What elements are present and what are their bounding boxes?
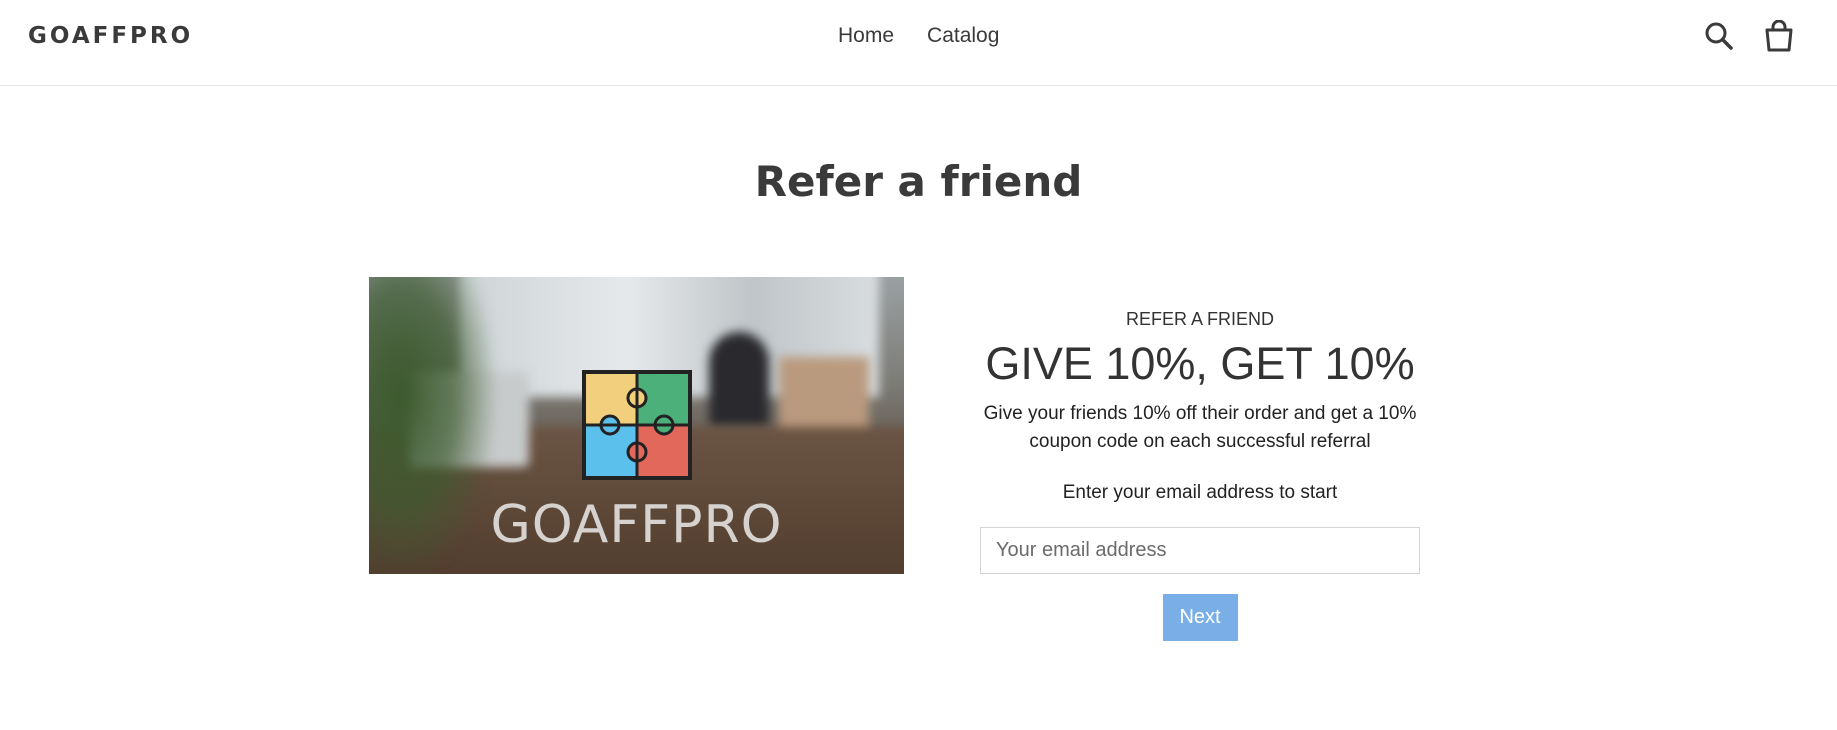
page-title: Refer a friend bbox=[754, 157, 1083, 206]
referral-description: Give your friends 10% off their order an… bbox=[983, 403, 1417, 452]
site-logo[interactable]: GOAFFPRO bbox=[28, 23, 193, 49]
cart-icon[interactable] bbox=[1764, 19, 1794, 57]
hero-background-person bbox=[709, 332, 769, 427]
main-nav: Home Catalog bbox=[838, 24, 999, 48]
referral-kicker: REFER A FRIEND bbox=[1125, 309, 1275, 329]
nav-link-catalog[interactable]: Catalog bbox=[927, 24, 999, 48]
email-prompt: Enter your email address to start bbox=[1062, 482, 1338, 503]
site-header: GOAFFPRO Home Catalog bbox=[0, 0, 1837, 86]
puzzle-icon bbox=[582, 370, 692, 480]
hero-image: GOAFFPRO bbox=[369, 277, 904, 574]
referral-headline: GIVE 10%, GET 10% bbox=[985, 338, 1415, 389]
next-button[interactable]: Next bbox=[1162, 594, 1238, 641]
hero-brand-text: GOAFFPRO bbox=[490, 495, 783, 555]
nav-link-home[interactable]: Home bbox=[838, 24, 894, 48]
referral-panel: REFER A FRIEND GIVE 10%, GET 10% Give yo… bbox=[960, 300, 1440, 641]
search-icon[interactable] bbox=[1703, 20, 1735, 57]
email-input[interactable] bbox=[980, 527, 1420, 574]
